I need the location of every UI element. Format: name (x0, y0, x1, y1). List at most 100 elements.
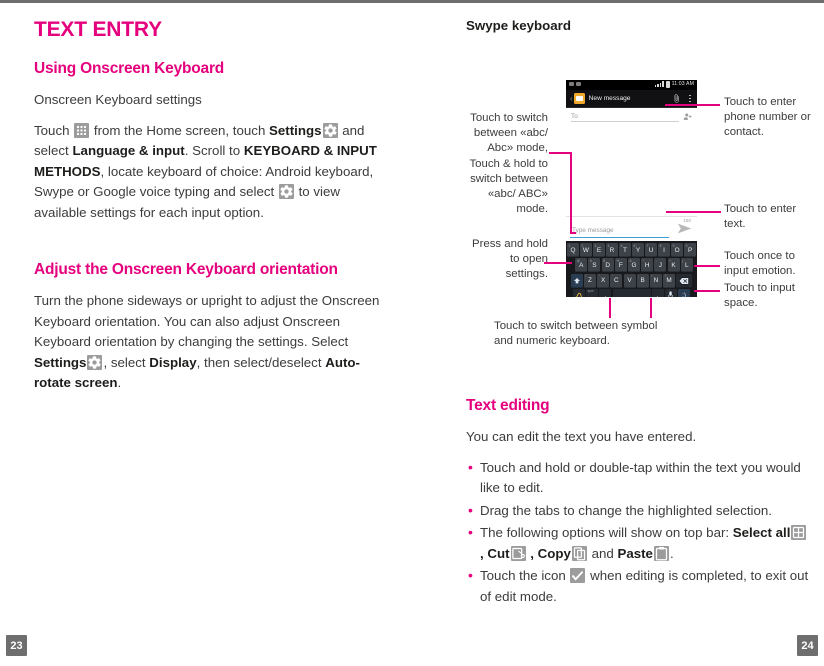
copy-term: Copy (537, 545, 571, 561)
instr-text-1: Touch (34, 122, 74, 138)
swype-key[interactable] (572, 288, 585, 297)
keyboard-row-4: sym , . :) (567, 288, 696, 297)
callout-enter-phone: Touch to enter phone number or contact. (724, 96, 811, 139)
orient-text-3: , then select/deselect (196, 354, 326, 370)
key-v[interactable]: :V (623, 273, 636, 288)
key-s[interactable]: # S (588, 258, 601, 273)
key-h[interactable]: * H (641, 258, 654, 273)
gear-icon (322, 122, 338, 138)
key-e[interactable]: 3E (593, 243, 605, 257)
text-editing-list: Touch and hold or double-tap within the … (466, 457, 811, 608)
keyboard-row-3: ! Z " X ' C :V ; B / N ? M (567, 273, 696, 288)
page-number-right: 24 (797, 635, 818, 656)
display-term: Display (149, 354, 197, 370)
keyboard-row-2: @ A # S $ D % F & G * H -J + K (L (567, 258, 696, 273)
swype-keyboard[interactable]: 1Q 2W 3E 4R 5T 6Y 7U 8I 9O 0P @ A # S $ D %… (566, 241, 697, 297)
page-title: TEXT ENTRY (34, 18, 162, 41)
onscreen-keyboard-settings-label: Onscreen Keyboard settings (34, 92, 202, 107)
status-notification-icons (569, 82, 581, 86)
leader-emotion (694, 265, 720, 267)
key-y[interactable]: 6Y (632, 243, 644, 257)
instr-text-2: from the Home screen, touch (90, 122, 270, 138)
key-f[interactable]: % F (614, 258, 627, 273)
leader-sym-v (609, 298, 611, 318)
callout-press-hold-settings: Press and hold to open settings. (472, 238, 548, 281)
key-p[interactable]: 0P (684, 243, 696, 257)
key-m[interactable]: ? M (663, 273, 676, 288)
key-d[interactable]: $ D (601, 258, 614, 273)
list-item: Touch and hold or double-tap within the … (466, 457, 811, 499)
leader-enter-phone (665, 104, 720, 106)
gear-icon-2 (278, 184, 294, 199)
phone-status-bar: 11:03 AM (566, 80, 697, 90)
key-u[interactable]: 7U (645, 243, 657, 257)
shift-key[interactable] (570, 273, 583, 288)
key-l[interactable]: (L (680, 258, 693, 273)
overflow-menu-icon[interactable] (689, 94, 691, 103)
gear-icon-3 (87, 354, 103, 370)
select-all-term: Select all (732, 525, 791, 540)
status-clock: 11:03 AM (671, 81, 694, 88)
options-end: . (669, 545, 674, 561)
settings-term-2: Settings (34, 354, 87, 370)
page-number-left: 23 (6, 635, 27, 656)
cut-term: Cut (487, 545, 510, 561)
emoticon-key[interactable]: :) (678, 288, 691, 297)
orient-text-1: Turn the phone sideways or upright to ad… (34, 293, 380, 349)
callout-symbol-numeric: Touch to switch between symbol and numer… (494, 320, 658, 348)
list-item: Drag the tabs to change the highlighted … (466, 500, 811, 522)
mic-key[interactable] (664, 288, 677, 297)
recipient-field-row[interactable]: To (566, 108, 697, 124)
backspace-key[interactable] (676, 273, 693, 288)
attach-icon[interactable] (672, 94, 681, 103)
signal-icon (655, 81, 664, 88)
key-c[interactable]: ' C (610, 273, 623, 288)
app-bar-actions (672, 94, 693, 103)
orient-text-4: . (117, 375, 122, 390)
recipient-placeholder: To (571, 112, 578, 120)
space-key[interactable] (612, 288, 651, 297)
callout-enter-text: Touch to enter text. (724, 203, 797, 231)
phone-screenshot: 11:03 AM ‹ New message To 160 Type messa… (566, 80, 697, 297)
key-n[interactable]: / N (649, 273, 662, 288)
orient-text-2: , select (103, 354, 150, 370)
back-icon[interactable]: ‹ (570, 94, 573, 103)
leader-abc-v (570, 152, 572, 232)
right-column: Swype keyboard 11:03 AM ‹ New message To… (466, 18, 811, 609)
key-z[interactable]: ! Z (583, 273, 596, 288)
key-a[interactable]: @ A (575, 258, 588, 273)
callout-input-emotion: Touch once to input emotion. (724, 250, 796, 278)
key-b[interactable]: ; B (636, 273, 649, 288)
sym-key[interactable]: sym (586, 288, 599, 297)
key-w[interactable]: 2W (580, 243, 592, 257)
key-k[interactable]: + K (667, 258, 680, 273)
key-i[interactable]: 8I (658, 243, 670, 257)
key-r[interactable]: 4R (606, 243, 618, 257)
compose-bar[interactable]: 160 Type message (566, 216, 697, 241)
send-icon[interactable] (677, 223, 692, 234)
language-input-term: Language & input (72, 143, 185, 158)
onscreen-keyboard-instructions: Touch from the Home screen, touch Settin… (34, 121, 394, 224)
left-column: TEXT ENTRY Using Onscreen Keyboard Onscr… (34, 18, 394, 408)
key-o[interactable]: 9O (671, 243, 683, 257)
leader-abc-tip (570, 232, 576, 234)
messaging-app-icon (573, 93, 585, 104)
section-heading-adjust-orientation: Adjust the Onscreen Keyboard orientation (34, 261, 338, 278)
checkmark-icon (570, 568, 586, 583)
notification-icon-2 (576, 82, 581, 86)
comma-key[interactable]: , (599, 288, 612, 297)
text-editing-section: Text editing You can edit the text you h… (466, 397, 811, 607)
key-g[interactable]: & G (628, 258, 640, 273)
swype-keyboard-figure: 11:03 AM ‹ New message To 160 Type messa… (466, 47, 811, 347)
key-j[interactable]: -J (654, 258, 667, 273)
cut-icon (510, 545, 526, 561)
add-contact-icon[interactable] (683, 112, 692, 121)
copy-icon (571, 545, 587, 561)
app-bar-title: New message (588, 95, 631, 102)
leader-space2-v (650, 298, 652, 318)
key-t[interactable]: 5T (619, 243, 631, 257)
key-q[interactable]: 1Q (567, 243, 579, 257)
period-key[interactable]: . (651, 288, 664, 297)
key-x[interactable]: " X (597, 273, 610, 288)
status-right-cluster: 11:03 AM (655, 81, 694, 88)
